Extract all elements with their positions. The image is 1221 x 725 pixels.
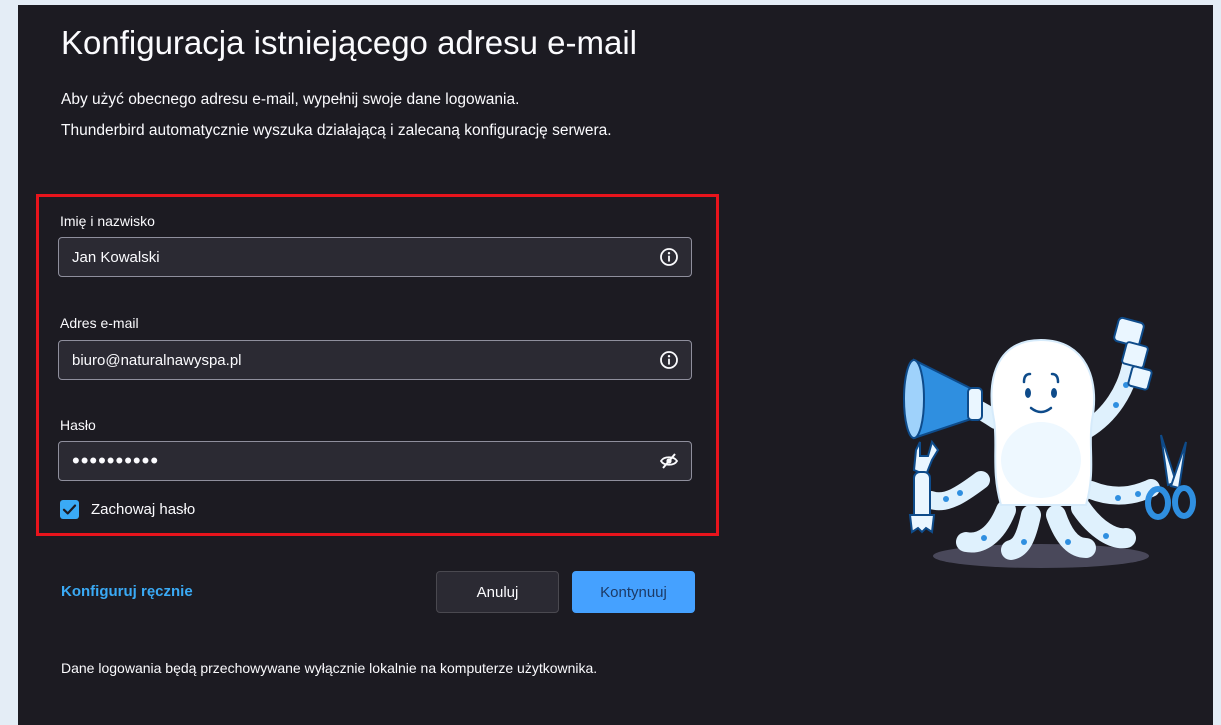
password-label: Hasło [60, 417, 96, 433]
password-input[interactable] [59, 442, 639, 480]
email-input[interactable] [59, 341, 639, 379]
eye-slash-icon[interactable] [659, 451, 679, 471]
page-title: Konfiguracja istniejącego adresu e-mail [61, 24, 637, 61]
remember-password-label[interactable]: Zachowaj hasło [91, 501, 195, 518]
manual-config-link[interactable]: Konfiguruj ręcznie [61, 583, 193, 600]
intro-line-2: Thunderbird automatycznie wyszuka działa… [61, 122, 612, 139]
info-icon[interactable] [659, 350, 679, 370]
account-setup-window: Konfiguracja istniejącego adresu e-mail … [18, 5, 1213, 725]
email-label: Adres e-mail [60, 315, 139, 331]
name-field[interactable] [58, 237, 692, 277]
cancel-button[interactable]: Anuluj [436, 571, 559, 613]
intro-text: Aby użyć obecnego adresu e-mail, wypełni… [61, 84, 612, 146]
info-icon[interactable] [659, 247, 679, 267]
octopus-mascot-illustration [903, 316, 1196, 568]
remember-password-checkbox[interactable] [60, 500, 79, 519]
checkmark-icon [62, 504, 77, 515]
email-field[interactable] [58, 340, 692, 380]
intro-line-1: Aby użyć obecnego adresu e-mail, wypełni… [61, 91, 520, 108]
password-field[interactable] [58, 441, 692, 481]
name-label: Imię i nazwisko [60, 213, 155, 229]
continue-button[interactable]: Kontynuuj [572, 571, 695, 613]
footer-note: Dane logowania będą przechowywane wyłącz… [61, 660, 598, 676]
name-input[interactable] [59, 238, 639, 276]
